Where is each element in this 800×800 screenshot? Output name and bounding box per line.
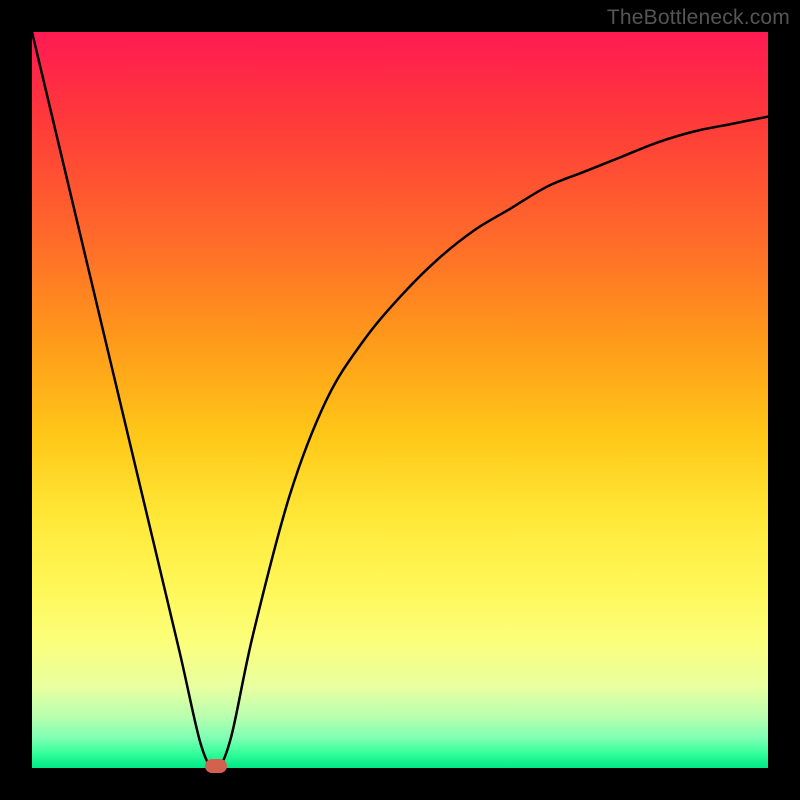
chart-container: TheBottleneck.com — [0, 0, 800, 800]
curve-layer — [32, 32, 768, 768]
minimum-marker — [205, 759, 227, 773]
watermark-text: TheBottleneck.com — [607, 6, 790, 30]
plot-area — [32, 32, 768, 768]
bottleneck-curve-path — [32, 32, 768, 768]
